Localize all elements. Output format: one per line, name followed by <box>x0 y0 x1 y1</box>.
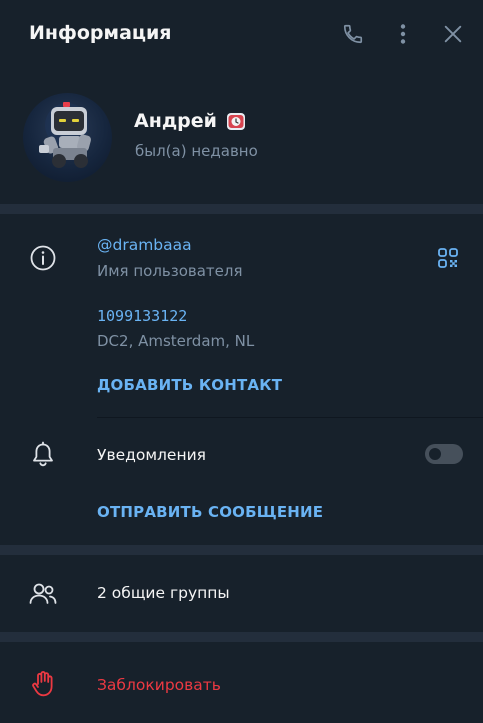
notifications-label: Уведомления <box>97 446 206 464</box>
toggle-knob <box>427 446 443 462</box>
close-icon <box>444 25 462 43</box>
alarm-clock-emoji-icon[interactable] <box>225 110 247 132</box>
profile-last-seen: был(а) недавно <box>135 142 258 160</box>
profile-section: Андрей был(а) недавно <box>0 68 483 204</box>
notifications-row-icon <box>28 440 58 470</box>
profile-name: Андрей <box>134 110 217 132</box>
username-caption: Имя пользователя <box>97 262 243 280</box>
close-button[interactable] <box>441 22 465 46</box>
dc-location-value: DC2, Amsterdam, NL <box>97 332 255 350</box>
section-divider <box>0 204 483 214</box>
group-users-icon <box>29 583 57 604</box>
qr-code-icon <box>438 248 458 268</box>
send-message-button[interactable]: ОТПРАВИТЬ СООБЩЕНИЕ <box>97 503 323 521</box>
panel-title: Информация <box>29 22 172 44</box>
block-user-button[interactable]: Заблокировать <box>97 676 221 694</box>
panel-header: Информация <box>0 0 483 68</box>
notifications-toggle[interactable] <box>425 444 463 464</box>
user-id-value[interactable]: 1099133122 <box>97 307 187 325</box>
more-menu-button[interactable] <box>391 22 415 46</box>
username-value[interactable]: @drambaaa <box>97 236 192 254</box>
common-groups-link[interactable]: 2 общие группы <box>97 584 230 602</box>
profile-name-row: Андрей <box>134 110 247 132</box>
block-row-icon <box>28 669 58 699</box>
add-contact-button[interactable]: ДОБАВИТЬ КОНТАКТ <box>97 376 282 394</box>
more-vertical-icon <box>400 24 406 44</box>
bell-icon <box>33 441 53 467</box>
groups-row-icon <box>28 579 58 609</box>
section-divider <box>0 632 483 642</box>
qr-code-button[interactable] <box>436 246 460 270</box>
info-icon <box>30 245 56 271</box>
row-divider <box>97 417 483 418</box>
section-divider <box>0 545 483 555</box>
info-row-icon <box>28 243 58 273</box>
call-button[interactable] <box>341 22 365 46</box>
robot-avatar-image <box>39 102 91 168</box>
avatar[interactable] <box>23 93 112 182</box>
block-hand-icon <box>32 671 53 697</box>
phone-icon <box>343 24 363 44</box>
